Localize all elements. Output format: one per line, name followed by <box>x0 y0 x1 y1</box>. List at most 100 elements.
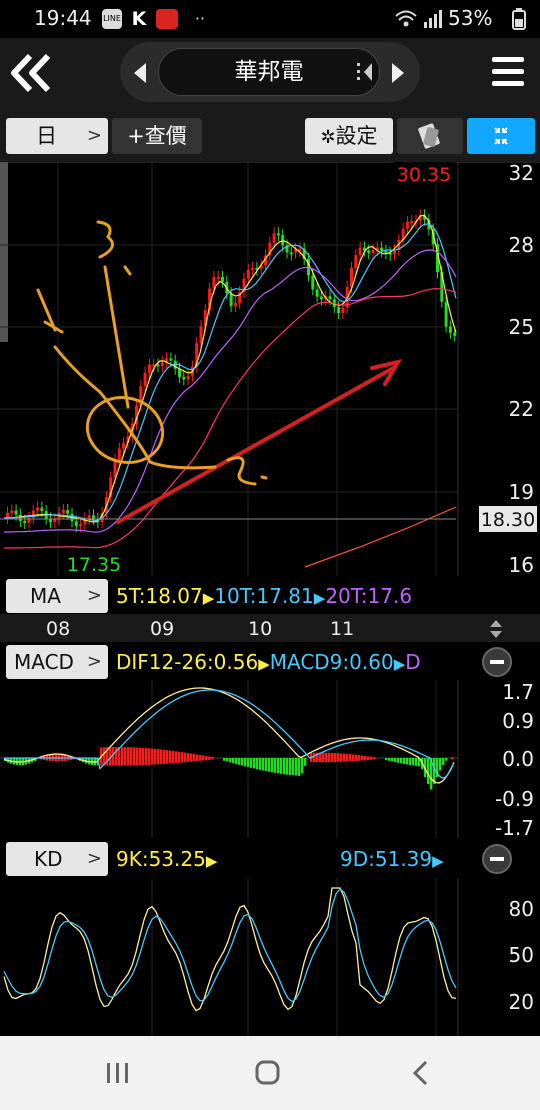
macd-bar <box>331 752 334 763</box>
macd-bar <box>385 758 388 761</box>
flag-icon: ▶ <box>432 852 444 870</box>
remove-macd-button[interactable] <box>482 647 512 677</box>
rotate-screen-icon <box>418 123 440 149</box>
macd-bar <box>265 758 268 772</box>
macd-legend: DIF12-26:0.56▶MACD9:0.60▶D <box>116 645 458 679</box>
status-time: 19:44 <box>34 6 92 30</box>
macd-button-label: MACD <box>14 650 74 674</box>
wifi-signal-icon <box>395 10 442 28</box>
ma20-value: 20T:17.6 <box>325 584 413 608</box>
price-y-tick: 22 <box>509 397 534 421</box>
macd-bar <box>253 758 256 769</box>
macd-bar <box>133 747 136 766</box>
ma-button[interactable]: MA > <box>6 579 108 613</box>
stock-title[interactable]: 華邦電 <box>158 48 380 96</box>
previous-stock-icon[interactable] <box>132 62 148 84</box>
minus-icon <box>490 660 504 664</box>
macd-bar <box>160 749 163 765</box>
kd-button-label: KD <box>34 847 63 871</box>
macd-bar <box>373 757 376 760</box>
macd-bar <box>175 751 178 764</box>
fullscreen-button[interactable] <box>467 118 535 154</box>
macd-bar <box>433 758 436 784</box>
macd-bar <box>142 747 145 766</box>
kd-y-tick: 80 <box>509 897 534 921</box>
date-tick: 08 <box>46 618 71 640</box>
kd-y-axis: 80 50 20 <box>509 897 534 1014</box>
quote-button[interactable]: +查價 <box>112 118 202 154</box>
stock-list-icon[interactable] <box>356 60 376 84</box>
macd-bar <box>403 758 406 764</box>
macd-bar <box>406 758 409 765</box>
macd-bar <box>193 754 196 762</box>
ma-button-label: MA <box>30 584 61 608</box>
macd-bar <box>427 758 430 785</box>
macd-chart[interactable]: 1.7 0.9 0.0 -0.9 -1.7 <box>0 680 540 838</box>
period-button[interactable]: 日 > <box>6 118 108 154</box>
back-double-chevron-icon[interactable] <box>6 50 54 96</box>
settings-button[interactable]: ✲設定 <box>305 118 393 154</box>
macd-bar <box>244 758 247 767</box>
macd-bar <box>283 758 286 775</box>
news-app-icon <box>156 9 178 29</box>
macd-bar <box>301 758 304 774</box>
chevron-right-icon: > <box>86 651 102 672</box>
macd-d-value: D <box>405 650 421 674</box>
next-stock-icon[interactable] <box>390 62 406 84</box>
kd-chart[interactable]: 80 50 20 <box>0 878 540 1036</box>
macd-bar <box>445 758 448 761</box>
macd-bar <box>328 752 331 763</box>
macd-bar <box>211 757 214 760</box>
macd-bar <box>304 758 307 766</box>
flag-icon: ▶ <box>393 655 406 673</box>
macd-bar <box>367 756 370 761</box>
macd-bar <box>412 758 415 766</box>
macd-y-tick: 1.7 <box>502 680 534 704</box>
macd-bar <box>223 758 226 761</box>
macd-bar <box>199 754 202 761</box>
macd-bar <box>157 749 160 765</box>
battery-percent: 53% <box>448 6 493 30</box>
macd-bar <box>268 758 271 772</box>
kd-k-value: 9K:53.25 <box>116 847 206 871</box>
macd-y-axis: 1.7 0.9 0.0 -0.9 -1.7 <box>495 680 534 838</box>
macd-bar <box>298 758 301 776</box>
minus-icon <box>490 857 504 861</box>
gear-icon: ✲ <box>320 127 336 148</box>
flag-icon: ▶ <box>258 655 270 673</box>
macd-bar <box>364 755 367 761</box>
rotate-button[interactable] <box>397 118 463 154</box>
collapse-arrows-icon <box>494 127 508 145</box>
date-tick: 11 <box>330 618 355 640</box>
menu-icon[interactable] <box>490 54 526 90</box>
remove-kd-button[interactable] <box>482 844 512 874</box>
macd-bar <box>238 758 241 765</box>
macd-bar <box>391 758 394 762</box>
macd-bar <box>292 758 295 776</box>
macd-bar <box>394 758 397 763</box>
macd-bar <box>148 748 151 765</box>
macd-bar <box>343 753 346 762</box>
ma5-value: 5T:18.07 <box>116 584 203 608</box>
macd-button[interactable]: MACD > <box>6 645 108 679</box>
back-icon[interactable] <box>410 1060 430 1086</box>
macd-bar <box>226 758 229 762</box>
kd-button[interactable]: KD > <box>6 842 108 876</box>
ma10-value: 10T:17.81 <box>214 584 314 608</box>
macd-bar <box>451 757 454 760</box>
macd-bar <box>139 747 142 766</box>
price-chart[interactable]: 30.35 17.35 18.30 32 28 25 22 19 16 <box>0 162 540 576</box>
flag-icon: ▶ <box>202 589 215 607</box>
macd-bar <box>184 752 187 763</box>
macd-bar <box>388 758 391 761</box>
macd-bar <box>187 753 190 762</box>
kd-d-legend: 9D:51.39▶ <box>340 842 460 876</box>
macd-bar <box>271 758 274 773</box>
price-y-tick: 32 <box>509 162 534 185</box>
macd-bar <box>232 758 235 764</box>
resize-handle-icon[interactable] <box>488 618 504 640</box>
home-icon[interactable] <box>254 1060 282 1086</box>
flag-icon: ▶ <box>313 589 326 607</box>
recent-apps-icon[interactable] <box>104 1062 132 1084</box>
macd-bar <box>151 748 154 765</box>
